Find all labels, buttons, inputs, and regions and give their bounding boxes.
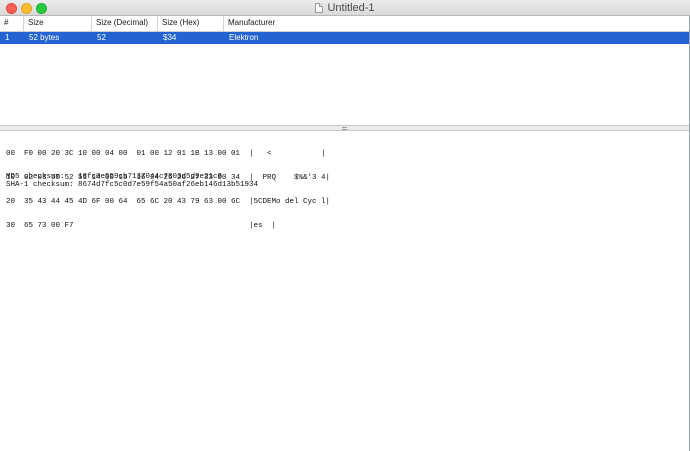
messages-table[interactable]: # Size Size (Decimal) Size (Hex) Manufac… [0,16,690,125]
cell-manufacturer: Elektron [229,33,259,42]
splitter-grip-icon[interactable] [342,127,347,130]
column-header-size-decimal[interactable]: Size (Decimal) [92,16,158,31]
window-title-group: Untitled-1 [0,0,690,15]
hex-dump-pane[interactable]: 00 F0 00 20 3C 10 00 04 00 01 00 12 01 1… [0,131,690,451]
title-bar[interactable]: Untitled-1 [0,0,690,16]
document-icon[interactable] [315,2,324,13]
hex-dump-line: 00 F0 00 20 3C 10 00 04 00 01 00 12 01 1… [6,150,326,158]
sha1-value: 8674d7fc5c0d7e59f54a50af26eb146d13b51934 [78,181,259,189]
table-row[interactable]: 1 52 bytes 52 $34 Elektron [0,32,690,44]
cell-size: 52 bytes [29,33,60,42]
app-window: Untitled-1 # Size Size (Decimal) Size (H… [0,0,690,451]
table-header: # Size Size (Decimal) Size (Hex) Manufac… [0,16,690,32]
sha1-label: SHA-1 checksum: [6,181,74,189]
cell-size-decimal: 52 [97,33,106,42]
hex-dump: 00 F0 00 20 3C 10 00 04 00 01 00 12 01 1… [6,134,330,246]
md5-value: 18fc0e559cb7137044c7303d5d9e21c8 [78,173,223,181]
sha1-line: SHA-1 checksum: 8674d7fc5c0d7e59f54a50af… [6,181,258,189]
cell-index: 1 [5,33,10,42]
cell-size-hex: $34 [163,33,177,42]
column-header-size[interactable]: Size [24,16,92,31]
md5-label: MD5 checksum: [6,173,65,181]
hex-dump-line: 20 35 43 44 45 4D 6F 00 64 65 6C 20 43 7… [6,198,331,206]
window-title: Untitled-1 [327,1,375,14]
column-header-manufacturer[interactable]: Manufacturer [224,16,690,31]
column-header-size-hex[interactable]: Size (Hex) [158,16,224,31]
hex-dump-line: 30 65 73 00 F7 |es | [6,222,277,230]
checksums: MD5 checksum: 18fc0e559cb7137044c7303d5d… [6,173,258,189]
md5-line: MD5 checksum: 18fc0e559cb7137044c7303d5d… [6,173,258,181]
column-header-index[interactable]: # [0,16,24,31]
